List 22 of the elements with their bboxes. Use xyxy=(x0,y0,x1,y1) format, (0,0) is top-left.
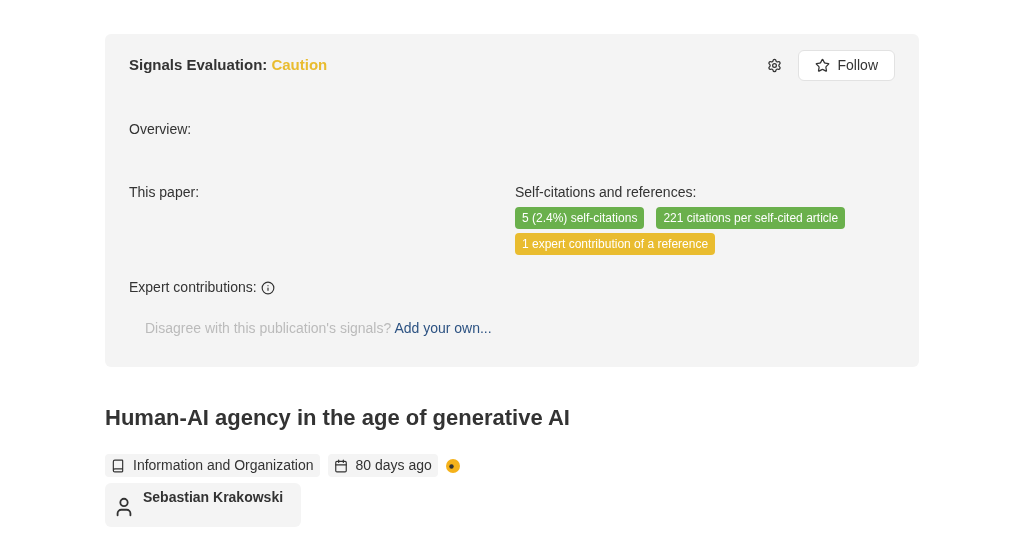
signal-tag: 221 citations per self-cited article xyxy=(656,207,846,229)
signal-tag: 1 expert contribution of a reference xyxy=(515,233,716,255)
panel-title: Signals Evaluation: xyxy=(129,55,268,76)
add-link[interactable]: Add your own... xyxy=(394,320,492,336)
book-icon xyxy=(111,458,125,473)
section-label: This paper: xyxy=(129,184,200,200)
settings-icon[interactable] xyxy=(766,58,782,73)
calendar-icon xyxy=(333,458,348,473)
section-label: Self-citations and references: xyxy=(515,183,698,202)
logo-icon[interactable] xyxy=(445,458,460,473)
info-icon[interactable] xyxy=(260,280,275,295)
journal-chip[interactable]: Information and Organization xyxy=(105,454,320,477)
date-chip[interactable]: 80 days ago xyxy=(327,454,438,477)
section-label: Expert contributions: xyxy=(129,278,257,297)
overview-label: Overview: xyxy=(129,120,193,139)
disagree-text: Disagree with this publication's signals? Add your own... xyxy=(145,319,493,338)
signal-tag: 5 (2.4%) self-citations xyxy=(515,207,645,229)
star-icon xyxy=(814,58,830,73)
paper-title: Human-AI agency in the age of generative AI xyxy=(105,404,571,432)
author-card[interactable]: Sebastian Krakowski xyxy=(105,483,301,527)
follow-button[interactable]: Follow xyxy=(797,50,895,81)
verdict-label: Caution xyxy=(271,55,328,76)
